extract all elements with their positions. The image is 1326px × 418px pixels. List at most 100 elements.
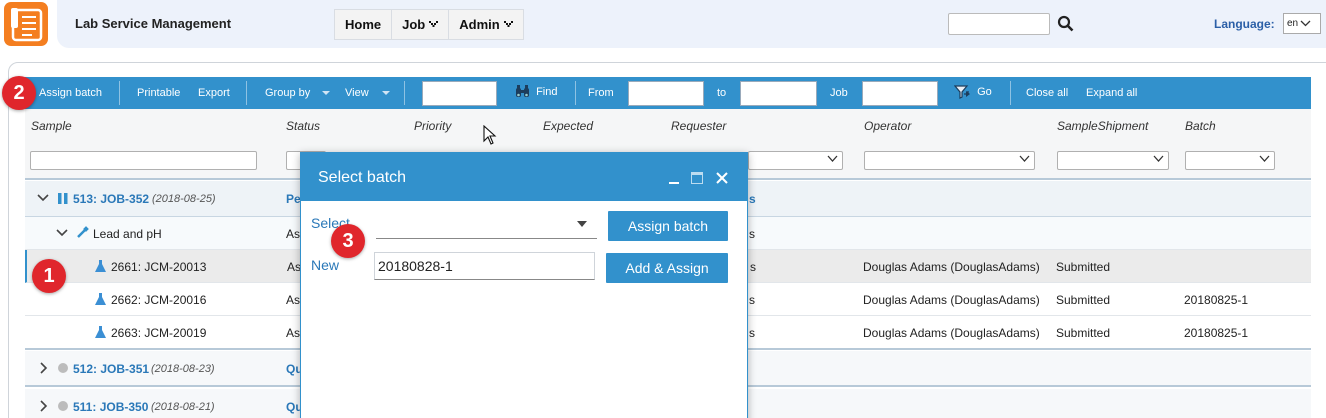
sample-status: As bbox=[287, 260, 302, 274]
toolbar-divider bbox=[119, 81, 120, 105]
language-label: Language: bbox=[1214, 17, 1275, 31]
pipette-icon bbox=[77, 226, 89, 238]
find-input[interactable] bbox=[422, 81, 497, 106]
flask-icon bbox=[95, 326, 106, 338]
nav-home-label: Home bbox=[345, 17, 382, 32]
top-nav: Home Job Admin bbox=[334, 9, 524, 40]
nav-home[interactable]: Home bbox=[335, 10, 393, 39]
close-icon[interactable] bbox=[716, 172, 728, 184]
sample-shipment: Submitted bbox=[1056, 260, 1111, 274]
toolbar-divider bbox=[404, 81, 405, 105]
job-date: (2018-08-21) bbox=[151, 401, 215, 413]
nav-job[interactable]: Job bbox=[392, 10, 450, 39]
column-header-operator[interactable]: Operator bbox=[864, 119, 911, 133]
column-header-status[interactable]: Status bbox=[286, 119, 320, 133]
assign-batch-button[interactable]: Assign batch bbox=[39, 87, 102, 99]
app-logo-icon[interactable] bbox=[4, 2, 48, 46]
to-date-input[interactable] bbox=[740, 81, 817, 106]
step-badge-1: 1 bbox=[32, 259, 66, 293]
app-title: Lab Service Management bbox=[75, 16, 232, 31]
subgroup-status: As bbox=[286, 227, 301, 241]
language-select[interactable]: en bbox=[1283, 13, 1321, 34]
find-label: Find bbox=[536, 85, 558, 98]
column-header-sample[interactable]: Sample bbox=[31, 119, 72, 133]
chevron-down-icon bbox=[1019, 155, 1030, 162]
find-button[interactable]: Find bbox=[515, 85, 557, 98]
toolbar-divider bbox=[246, 81, 247, 105]
column-header-requester[interactable]: Requester bbox=[671, 119, 726, 133]
go-label: Go bbox=[977, 86, 992, 98]
job-date: (2018-08-25) bbox=[152, 193, 216, 205]
flask-icon bbox=[95, 260, 106, 272]
pause-status-icon bbox=[58, 193, 68, 204]
subgroup-title: Lead and pH bbox=[93, 227, 162, 241]
group-by-dropdown[interactable]: Group by bbox=[265, 87, 331, 99]
chevron-down-icon bbox=[1153, 155, 1164, 162]
dialog-assign-batch-button[interactable]: Assign batch bbox=[608, 211, 728, 241]
search-input[interactable] bbox=[948, 13, 1050, 35]
column-header-priority[interactable]: Priority bbox=[414, 119, 451, 133]
column-header-sampleshipment[interactable]: SampleShipment bbox=[1057, 119, 1148, 133]
sample-operator: Douglas Adams (DouglasAdams) bbox=[863, 293, 1040, 307]
requester-filter-select[interactable] bbox=[748, 151, 843, 170]
toolbar-divider bbox=[575, 81, 576, 105]
batch-select[interactable] bbox=[376, 211, 597, 239]
chevron-down-icon bbox=[1300, 20, 1311, 27]
chevron-down-icon[interactable] bbox=[56, 229, 68, 237]
go-button[interactable]: Go bbox=[953, 84, 992, 100]
sample-operator: Douglas Adams (DouglasAdams) bbox=[863, 326, 1040, 340]
sample-id[interactable]: 2661: JCM-20013 bbox=[111, 260, 206, 274]
dialog-title-bar[interactable]: Select batch bbox=[301, 153, 747, 201]
job-title[interactable]: 513: JOB-352 bbox=[73, 192, 149, 206]
group-by-label: Group by bbox=[265, 87, 311, 99]
chevron-right-icon[interactable] bbox=[40, 362, 48, 374]
nav-admin[interactable]: Admin bbox=[449, 10, 523, 39]
new-batch-value: 20180828-1 bbox=[378, 258, 453, 274]
close-all-button[interactable]: Close all bbox=[1026, 87, 1068, 99]
job-input[interactable] bbox=[862, 81, 938, 106]
toolbar-divider bbox=[1010, 81, 1011, 105]
menu-dots-icon bbox=[429, 21, 439, 27]
sample-id[interactable]: 2663: JCM-20019 bbox=[111, 326, 206, 340]
expand-all-button[interactable]: Expand all bbox=[1086, 87, 1137, 99]
job-title[interactable]: 511: JOB-350 bbox=[73, 400, 148, 414]
step-badge-3: 3 bbox=[331, 224, 365, 258]
app-window: Lab Service Management Home Job Admin La… bbox=[0, 0, 1326, 418]
status-dot-icon bbox=[58, 363, 68, 373]
export-button[interactable]: Export bbox=[198, 87, 230, 99]
batch-filter-select[interactable] bbox=[1185, 151, 1275, 170]
job-label: Job bbox=[830, 87, 848, 99]
dialog-title: Select batch bbox=[318, 169, 407, 186]
column-header-expected[interactable]: Expected bbox=[543, 119, 593, 133]
sample-requester: s bbox=[749, 293, 755, 307]
chevron-down-icon[interactable] bbox=[37, 194, 49, 202]
from-label: From bbox=[588, 87, 614, 99]
sample-shipment: Submitted bbox=[1056, 293, 1111, 307]
operator-filter-select[interactable] bbox=[864, 151, 1035, 170]
subgroup-requester: s bbox=[749, 227, 755, 241]
header-bar bbox=[57, 0, 1326, 48]
minimize-icon[interactable] bbox=[668, 173, 680, 185]
step-badge-2: 2 bbox=[2, 76, 36, 110]
new-batch-input[interactable]: 20180828-1 bbox=[374, 252, 595, 280]
sample-operator: Douglas Adams (DouglasAdams) bbox=[863, 260, 1040, 274]
maximize-icon[interactable] bbox=[691, 172, 703, 184]
view-dropdown[interactable]: View bbox=[345, 87, 390, 99]
column-header-batch[interactable]: Batch bbox=[1185, 119, 1216, 133]
add-and-assign-button[interactable]: Add & Assign bbox=[606, 253, 728, 283]
shipment-filter-select[interactable] bbox=[1057, 151, 1169, 170]
sample-batch: 20180825-1 bbox=[1184, 326, 1249, 340]
printable-button[interactable]: Printable bbox=[137, 87, 180, 99]
flask-icon bbox=[95, 293, 106, 305]
nav-admin-label: Admin bbox=[459, 17, 500, 32]
language-value: en bbox=[1287, 18, 1299, 29]
sample-filter-input[interactable] bbox=[30, 151, 257, 170]
from-date-input[interactable] bbox=[628, 81, 704, 106]
mouse-cursor-icon bbox=[483, 125, 497, 145]
sample-id[interactable]: 2662: JCM-20016 bbox=[111, 293, 206, 307]
caret-down-icon bbox=[322, 91, 331, 96]
chevron-right-icon[interactable] bbox=[40, 400, 48, 412]
job-title[interactable]: 512: JOB-351 bbox=[73, 362, 149, 376]
search-icon[interactable] bbox=[1057, 15, 1075, 33]
caret-down-icon bbox=[381, 91, 390, 96]
